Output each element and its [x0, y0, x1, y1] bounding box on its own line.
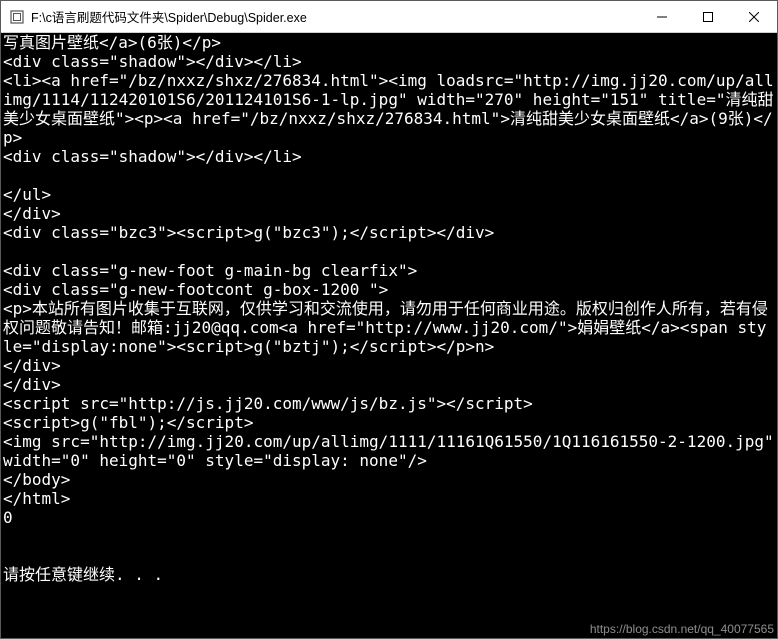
console-line: <div class="g-new-footcont g-box-1200 ">: [3, 280, 775, 299]
window-title: F:\c语言刷题代码文件夹\Spider\Debug\Spider.exe: [31, 7, 639, 26]
minimize-icon: [657, 12, 667, 22]
console-line: [3, 242, 775, 261]
titlebar[interactable]: F:\c语言刷题代码文件夹\Spider\Debug\Spider.exe: [1, 1, 777, 33]
console-line: 0: [3, 508, 775, 527]
watermark: https://blog.csdn.net/qq_40077565: [590, 622, 774, 636]
console-line: <script>g("fbl");</script>: [3, 413, 775, 432]
console-line: [3, 166, 775, 185]
console-line: <li><a href="/bz/nxxz/shxz/276834.html">…: [3, 71, 775, 147]
console-line: 请按任意键继续. . .: [3, 565, 775, 584]
close-icon: [749, 12, 759, 22]
close-button[interactable]: [731, 1, 777, 32]
console-line: <div class="g-new-foot g-main-bg clearfi…: [3, 261, 775, 280]
console-line: [3, 546, 775, 565]
console-line: </body>: [3, 470, 775, 489]
console-line: <img src="http://img.jj20.com/up/allimg/…: [3, 432, 775, 470]
app-window: F:\c语言刷题代码文件夹\Spider\Debug\Spider.exe 写真…: [0, 0, 778, 639]
console-line: </div>: [3, 356, 775, 375]
maximize-button[interactable]: [685, 1, 731, 32]
console-line: <div class="shadow"></div></li>: [3, 147, 775, 166]
console-line: </ul>: [3, 185, 775, 204]
console-line: </div>: [3, 375, 775, 394]
maximize-icon: [703, 12, 713, 22]
console-line: </div>: [3, 204, 775, 223]
console-output[interactable]: 写真图片壁纸</a>(6张)</p><div class="shadow"></…: [1, 33, 777, 638]
minimize-button[interactable]: [639, 1, 685, 32]
app-icon: [9, 9, 25, 25]
window-controls: [639, 1, 777, 32]
console-line: <div class="bzc3"><script>g("bzc3");</sc…: [3, 223, 775, 242]
console-line: [3, 527, 775, 546]
console-line: </html>: [3, 489, 775, 508]
console-line: <p>本站所有图片收集于互联网，仅供学习和交流使用，请勿用于任何商业用途。版权归…: [3, 299, 775, 356]
console-line: <div class="shadow"></div></li>: [3, 52, 775, 71]
console-line: 写真图片壁纸</a>(6张)</p>: [3, 33, 775, 52]
console-line: <script src="http://js.jj20.com/www/js/b…: [3, 394, 775, 413]
